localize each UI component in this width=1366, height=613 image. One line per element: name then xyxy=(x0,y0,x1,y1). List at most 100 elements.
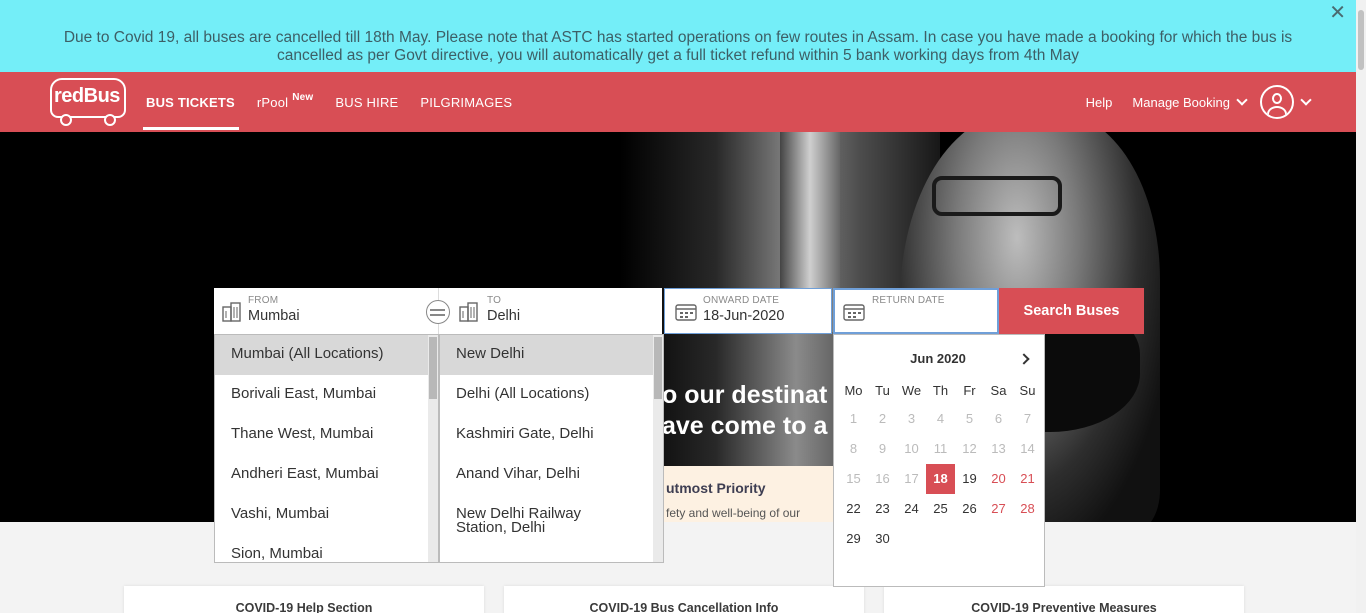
nav-bus-tickets[interactable]: BUS TICKETS xyxy=(143,72,239,132)
calendar-day: 11 xyxy=(933,441,948,456)
hero-title: o our destinat ave come to a xyxy=(662,380,827,442)
onward-date-input[interactable]: 18-Jun-2020 xyxy=(703,308,784,324)
from-label: FROM xyxy=(248,295,279,306)
calendar-day[interactable]: 24 xyxy=(897,494,926,524)
calendar-month: Jun 2020 xyxy=(910,351,966,366)
building-icon xyxy=(222,302,241,322)
calendar-icon xyxy=(843,304,865,321)
calendar-day[interactable]: 22 xyxy=(839,494,868,524)
calendar-day: 4 xyxy=(936,411,945,426)
weekday-label: Th xyxy=(932,383,949,398)
covid-cancellation-card[interactable]: COVID-19 Bus Cancellation Info xyxy=(504,586,864,613)
list-item[interactable]: Vashi, Mumbai xyxy=(215,495,438,535)
to-suggestions-list: New Delhi Delhi (All Locations) Kashmiri… xyxy=(439,334,664,563)
hero-title-line: ave come to a xyxy=(662,412,828,440)
calendar-day: 16 xyxy=(875,471,890,486)
calendar-day[interactable]: 29 xyxy=(839,524,868,554)
from-input[interactable]: Mumbai xyxy=(248,308,300,324)
calendar-day: 14 xyxy=(1020,441,1035,456)
covid-banner: Due to Covid 19, all buses are cancelled… xyxy=(0,0,1356,72)
calendar-day: 5 xyxy=(965,411,974,426)
calendar-day: 6 xyxy=(994,411,1003,426)
calendar-day: 9 xyxy=(878,441,887,456)
calendar-day: 3 xyxy=(907,411,916,426)
calendar-day[interactable]: 19 xyxy=(955,464,984,494)
weekday-label: Fr xyxy=(963,383,976,398)
top-header: redBus BUS TICKETS rPool New BUS HIRE PI… xyxy=(0,72,1356,132)
calendar-day[interactable]: 23 xyxy=(868,494,897,524)
calendar-day: 15 xyxy=(846,471,861,486)
list-item[interactable]: Anand Vihar, Delhi xyxy=(440,455,663,495)
nav-pilgrimages[interactable]: PILGRIMAGES xyxy=(420,72,512,132)
main-nav: BUS TICKETS rPool New BUS HIRE PILGRIMAG… xyxy=(143,72,534,132)
weekday-label: Sa xyxy=(990,383,1007,398)
nav-label: rPool xyxy=(256,94,289,110)
calendar-day[interactable]: 21 xyxy=(1013,464,1042,494)
list-item[interactable]: New Delhi xyxy=(440,335,663,375)
page-scrollbar[interactable] xyxy=(1356,0,1366,613)
calendar-day[interactable]: 18 xyxy=(926,464,955,494)
calendar-day[interactable]: 27 xyxy=(984,494,1013,524)
redbus-logo[interactable]: redBus xyxy=(50,78,126,126)
date-picker: Jun 2020 Mo Tu We Th Fr Sa Su 1 2 3 4 5 6 7 8 9 10 11 12 13… xyxy=(833,334,1045,587)
calendar-day: 1 xyxy=(849,411,858,426)
from-field[interactable]: FROM Mumbai xyxy=(214,288,438,334)
calendar-day[interactable]: 30 xyxy=(868,524,897,554)
calendar-grid: Mo Tu We Th Fr Sa Su 1 2 3 4 5 6 7 8 9 10 11 12 13 14 15 16 17 1… xyxy=(839,380,1042,554)
nav-bus-hire[interactable]: BUS HIRE xyxy=(335,72,398,132)
weekday-label: We xyxy=(901,383,922,398)
calendar-day[interactable]: 26 xyxy=(955,494,984,524)
to-field[interactable]: TO Delhi xyxy=(438,288,662,334)
weekday-label: Su xyxy=(1019,383,1036,398)
list-item[interactable]: New Delhi Railway Station, Delhi xyxy=(440,495,600,555)
covid-help-card[interactable]: COVID-19 Help Section xyxy=(124,586,484,613)
nav-label: BUS TICKETS xyxy=(146,94,235,110)
return-label: RETURN DATE xyxy=(872,295,945,306)
new-badge: New xyxy=(292,91,314,103)
calendar-day: 8 xyxy=(849,441,858,456)
hero-title-line: o our destinat xyxy=(662,381,828,409)
list-item[interactable]: Mumbai (All Locations) xyxy=(215,335,438,375)
calendar-day: 12 xyxy=(962,441,977,456)
calendar-day[interactable]: 20 xyxy=(984,464,1013,494)
close-icon[interactable]: ✕ xyxy=(1329,3,1346,23)
calendar-day: 7 xyxy=(1023,411,1032,426)
calendar-day[interactable]: 28 xyxy=(1013,494,1042,524)
weekday-label: Tu xyxy=(875,383,890,398)
calendar-day[interactable]: 25 xyxy=(926,494,955,524)
list-scrollbar[interactable] xyxy=(653,335,663,562)
manage-booking-menu[interactable]: Manage Booking xyxy=(1132,94,1248,110)
safety-promo: utmost Priority fety and well-being of o… xyxy=(662,466,834,522)
list-item[interactable]: Andheri East, Mumbai xyxy=(215,455,438,495)
covid-preventive-card[interactable]: COVID-19 Preventive Measures xyxy=(884,586,1244,613)
calendar-day: 10 xyxy=(904,441,919,456)
swap-icon[interactable] xyxy=(426,300,450,324)
list-item[interactable]: Thane West, Mumbai xyxy=(215,415,438,455)
onward-date-field[interactable]: ONWARD DATE 18-Jun-2020 xyxy=(664,288,832,334)
list-item[interactable]: Kashmiri Gate, Delhi xyxy=(440,415,663,455)
onward-label: ONWARD DATE xyxy=(703,295,780,306)
building-icon xyxy=(459,302,478,322)
header-right: Help Manage Booking xyxy=(1086,72,1312,132)
calendar-day: 17 xyxy=(904,471,919,486)
search-buses-button[interactable]: Search Buses xyxy=(999,288,1144,334)
user-avatar-icon[interactable] xyxy=(1260,85,1294,119)
return-date-field[interactable]: RETURN DATE xyxy=(833,288,999,334)
help-link[interactable]: Help xyxy=(1086,95,1113,110)
weekday-label: Mo xyxy=(844,383,863,398)
chevron-down-icon[interactable] xyxy=(1300,94,1312,106)
promo-title: utmost Priority xyxy=(666,480,766,496)
list-item[interactable]: Sion, Mumbai xyxy=(215,535,438,562)
to-label: TO xyxy=(487,295,502,306)
list-scrollbar[interactable] xyxy=(428,335,438,562)
nav-rpool[interactable]: rPool New xyxy=(257,72,314,132)
chevron-down-icon xyxy=(1236,94,1248,106)
list-item[interactable]: Delhi (All Locations) xyxy=(440,375,663,415)
nav-label: PILGRIMAGES xyxy=(420,94,513,110)
promo-text: fety and well-being of our xyxy=(666,506,801,520)
calendar-icon xyxy=(675,304,697,321)
from-suggestions-list: Mumbai (All Locations) Borivali East, Mu… xyxy=(214,334,439,563)
banner-text: Due to Covid 19, all buses are cancelled… xyxy=(63,29,1293,64)
to-input[interactable]: Delhi xyxy=(487,308,520,324)
list-item[interactable]: Borivali East, Mumbai xyxy=(215,375,438,415)
